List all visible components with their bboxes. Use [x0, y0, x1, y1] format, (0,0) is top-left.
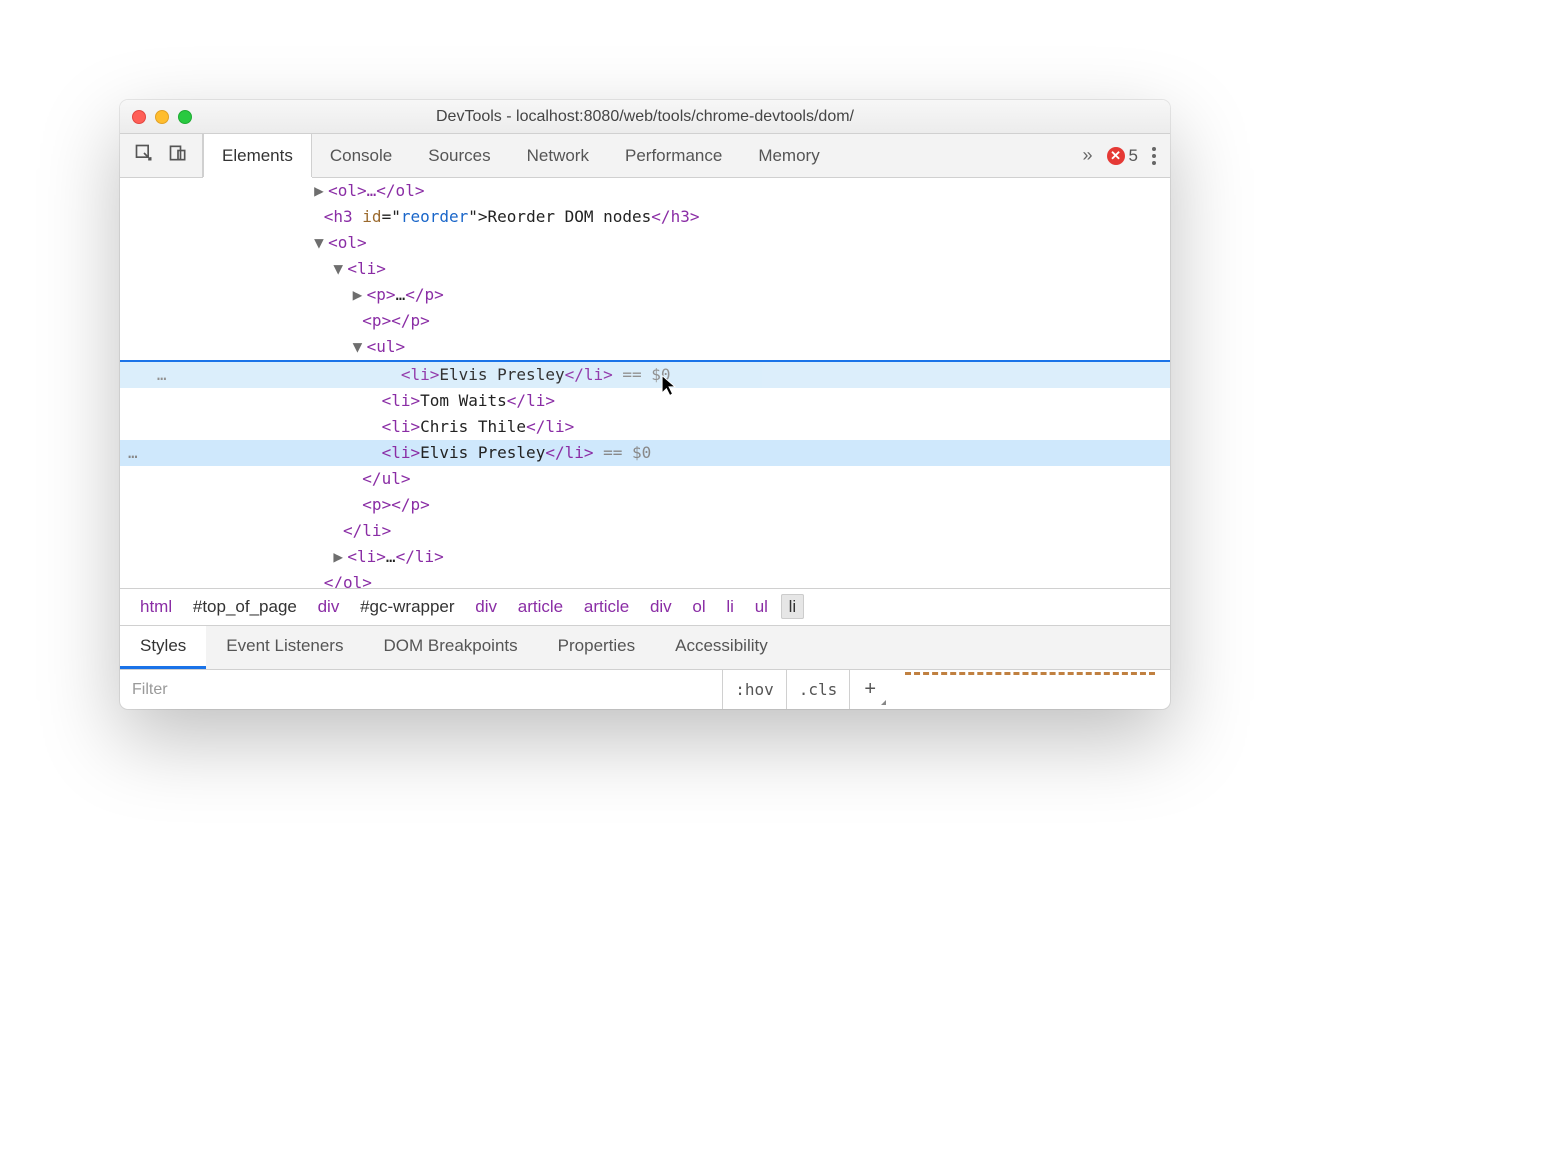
breadcrumb-item[interactable]: div: [467, 594, 505, 619]
window-title: DevTools - localhost:8080/web/tools/chro…: [120, 108, 1170, 126]
tree-row[interactable]: </li>: [120, 518, 1170, 544]
breadcrumb-item[interactable]: #top_of_page: [185, 594, 305, 619]
titlebar: DevTools - localhost:8080/web/tools/chro…: [120, 100, 1170, 134]
panel-tabs: Elements Console Sources Network Perform…: [203, 134, 838, 177]
breadcrumb-item[interactable]: article: [510, 594, 571, 619]
tab-performance[interactable]: Performance: [607, 134, 740, 177]
tree-row[interactable]: </ol>: [120, 570, 1170, 588]
styles-toolbar: Filter :hov .cls +: [120, 669, 1170, 709]
tree-row[interactable]: ▶<li>…</li>: [120, 544, 1170, 570]
device-toggle-icon[interactable]: [168, 143, 188, 168]
main-toolbar: Elements Console Sources Network Perform…: [120, 134, 1170, 178]
breadcrumb-item[interactable]: article: [576, 594, 637, 619]
tree-row[interactable]: </ul>: [120, 466, 1170, 492]
breadcrumb-item[interactable]: html: [132, 594, 180, 619]
tab-properties[interactable]: Properties: [538, 626, 655, 669]
error-count: 5: [1129, 146, 1138, 166]
menu-icon[interactable]: [1152, 147, 1156, 165]
hover-toggle-button[interactable]: :hov: [723, 670, 787, 709]
tree-row[interactable]: ▼<ol>: [120, 230, 1170, 256]
error-icon: ✕: [1107, 147, 1125, 165]
tab-accessibility[interactable]: Accessibility: [655, 626, 788, 669]
tab-styles[interactable]: Styles: [120, 626, 206, 669]
breadcrumb[interactable]: html #top_of_page div #gc-wrapper div ar…: [120, 588, 1170, 625]
breadcrumb-item[interactable]: div: [310, 594, 348, 619]
tree-row[interactable]: <h3 id="reorder">Reorder DOM nodes</h3>: [120, 204, 1170, 230]
breadcrumb-item[interactable]: li: [718, 594, 742, 619]
tab-event-listeners[interactable]: Event Listeners: [206, 626, 363, 669]
error-badge[interactable]: ✕ 5: [1107, 146, 1138, 166]
dom-tree[interactable]: ▶<ol>…</ol> <h3 id="reorder">Reorder DOM…: [120, 178, 1170, 588]
tab-sources[interactable]: Sources: [410, 134, 508, 177]
new-style-rule-button[interactable]: +: [850, 670, 890, 709]
styles-filter-input[interactable]: Filter: [120, 670, 723, 709]
tree-row[interactable]: <li>Tom Waits</li>: [120, 388, 1170, 414]
tab-dom-breakpoints[interactable]: DOM Breakpoints: [363, 626, 537, 669]
tree-row[interactable]: ▼<li>: [120, 256, 1170, 282]
tree-row[interactable]: <li>Chris Thile</li>: [120, 414, 1170, 440]
tree-row[interactable]: ▶<ol>…</ol>: [120, 178, 1170, 204]
tab-network[interactable]: Network: [509, 134, 607, 177]
box-model-preview: [890, 670, 1170, 677]
tree-row[interactable]: <p></p>: [120, 308, 1170, 334]
tab-elements[interactable]: Elements: [203, 134, 312, 177]
sidebar-tabs: Styles Event Listeners DOM Breakpoints P…: [120, 625, 1170, 669]
tree-row[interactable]: ▼<ul>: [120, 334, 1170, 360]
tree-row-dragging[interactable]: … <li>Elvis Presley</li> == $0: [120, 362, 1170, 388]
tab-memory[interactable]: Memory: [740, 134, 837, 177]
breadcrumb-item[interactable]: ol: [684, 594, 713, 619]
inspect-icon[interactable]: [134, 143, 154, 168]
breadcrumb-item-selected[interactable]: li: [781, 594, 805, 619]
tab-console[interactable]: Console: [312, 134, 410, 177]
devtools-window: DevTools - localhost:8080/web/tools/chro…: [120, 100, 1170, 709]
tree-row[interactable]: <p></p>: [120, 492, 1170, 518]
tree-row-selected[interactable]: … <li>Elvis Presley</li> == $0: [120, 440, 1170, 466]
breadcrumb-item[interactable]: ul: [747, 594, 776, 619]
breadcrumb-item[interactable]: #gc-wrapper: [352, 594, 463, 619]
overflow-icon[interactable]: »: [1083, 145, 1093, 166]
tree-row[interactable]: ▶<p>…</p>: [120, 282, 1170, 308]
breadcrumb-item[interactable]: div: [642, 594, 680, 619]
cls-toggle-button[interactable]: .cls: [787, 670, 851, 709]
